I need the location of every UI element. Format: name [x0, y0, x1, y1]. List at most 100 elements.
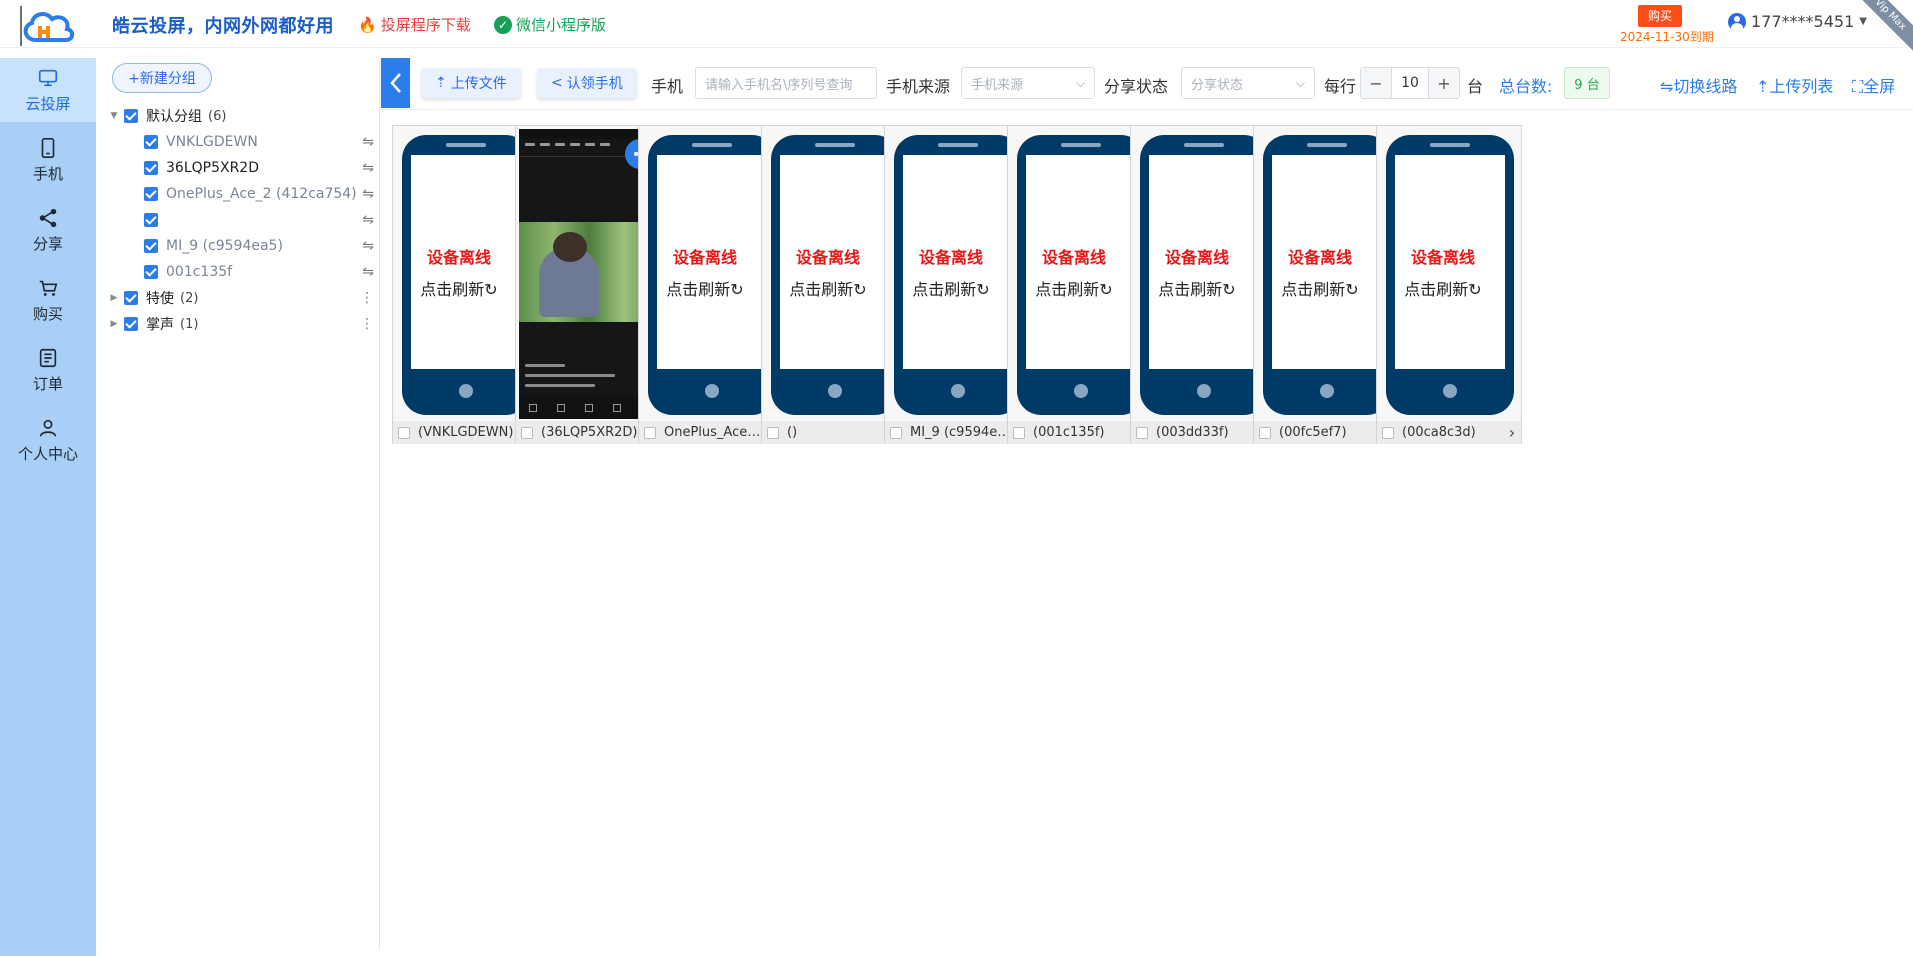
- device-checkbox[interactable]: [144, 213, 158, 227]
- device-checkbox[interactable]: [144, 135, 158, 149]
- collapse-panel-button[interactable]: [381, 58, 410, 108]
- nav-item-buy[interactable]: 购买: [0, 268, 96, 332]
- device-label: 001c135f: [166, 264, 233, 280]
- nav-item-cloud-screen[interactable]: 云投屏: [0, 58, 96, 122]
- device-select-checkbox[interactable]: [1259, 426, 1271, 439]
- transfer-icon[interactable]: ⇋: [362, 264, 374, 280]
- device-checkbox[interactable]: [144, 161, 158, 175]
- nav-item-share[interactable]: 分享: [0, 198, 96, 262]
- device-select-checkbox[interactable]: [398, 426, 410, 439]
- device-checkbox[interactable]: [144, 265, 158, 279]
- device-card[interactable]: 设备离线 点击刷新↻ (00ca8c3d) ›: [1376, 125, 1522, 444]
- caret-down-icon[interactable]: ▼: [108, 111, 120, 121]
- monitor-icon: [38, 69, 58, 86]
- share-status-select[interactable]: 分享状态 ⌵: [1181, 67, 1315, 99]
- offline-status: 设备离线: [1041, 248, 1106, 267]
- refresh-link[interactable]: 点击刷新↻: [639, 276, 771, 300]
- device-name: (VNKLGDEWN): [418, 425, 514, 440]
- tree-group-zhangsheng[interactable]: ▶ 掌声 (1) ⋮: [108, 312, 388, 336]
- chevron-down-icon: ⌵: [1075, 75, 1085, 90]
- wechat-mini-link[interactable]: ✓ 微信小程序版: [494, 14, 606, 35]
- nav-item-orders[interactable]: 订单: [0, 338, 96, 402]
- refresh-link[interactable]: 点击刷新↻: [885, 276, 1017, 300]
- refresh-label: 点击刷新: [666, 280, 731, 299]
- transfer-icon[interactable]: ⇋: [362, 186, 374, 202]
- caret-right-icon[interactable]: ▶: [108, 319, 120, 329]
- per-row-value[interactable]: 10: [1391, 68, 1429, 98]
- nav-label: 云投屏: [25, 94, 71, 113]
- refresh-icon: ↻: [1099, 280, 1113, 299]
- device-name: (): [787, 425, 798, 440]
- device-checkbox[interactable]: [144, 187, 158, 201]
- caret-right-icon[interactable]: ▶: [108, 293, 120, 303]
- fullscreen-link[interactable]: ⛶全屏: [1852, 73, 1895, 97]
- chevron-left-icon: [389, 73, 401, 93]
- offline-status: 设备离线: [426, 248, 491, 267]
- buy-badge[interactable]: 购买: [1638, 5, 1682, 27]
- refresh-link[interactable]: 点击刷新↻: [762, 276, 894, 300]
- refresh-icon: ↻: [1222, 280, 1236, 299]
- decrement-button[interactable]: −: [1361, 68, 1391, 98]
- device-select-checkbox[interactable]: [1013, 426, 1025, 439]
- source-select-placeholder: 手机来源: [971, 77, 1024, 93]
- more-vertical-icon[interactable]: ⋮: [360, 290, 374, 306]
- claim-phone-button[interactable]: < 认领手机: [537, 68, 637, 98]
- device-select-checkbox[interactable]: [890, 426, 902, 439]
- device-select-checkbox[interactable]: [767, 426, 779, 439]
- app-logo[interactable]: [14, 6, 94, 48]
- refresh-icon: ↻: [853, 280, 867, 299]
- device-name: (001c135f): [1033, 425, 1105, 440]
- share-filter-label: 分享状态: [1104, 77, 1169, 96]
- device-select-checkbox[interactable]: [521, 426, 533, 439]
- transfer-icon[interactable]: ⇋: [362, 160, 374, 176]
- chevron-right-icon[interactable]: ›: [1503, 423, 1521, 442]
- device-checkbox[interactable]: [144, 239, 158, 253]
- upload-file-button[interactable]: ⇡ 上传文件: [421, 68, 521, 98]
- phone-search-placeholder: 请输入手机名\序列号查询: [705, 77, 853, 93]
- nav-item-phone[interactable]: 手机: [0, 128, 96, 192]
- refresh-link[interactable]: 点击刷新↻: [393, 276, 525, 300]
- tree-group-default[interactable]: ▼ 默认分组 (6): [108, 104, 388, 128]
- main-area: ⇡ 上传文件 < 认领手机 手机 请输入手机名\序列号查询 手机来源 手机来源 …: [381, 58, 1913, 956]
- refresh-label: 点击刷新: [420, 280, 485, 299]
- per-row-stepper: − 10 +: [1360, 67, 1460, 99]
- device-grid: 设备离线 点击刷新↻ (VNKLGDEWN) ›: [392, 125, 1752, 445]
- refresh-icon: ↻: [1345, 280, 1359, 299]
- group-checkbox[interactable]: [124, 291, 138, 305]
- transfer-icon[interactable]: ⇋: [362, 134, 374, 150]
- share-icon: [39, 208, 57, 227]
- refresh-icon: ↻: [730, 280, 744, 299]
- group-checkbox[interactable]: [124, 109, 138, 123]
- more-vertical-icon[interactable]: ⋮: [360, 316, 374, 332]
- phone-search-input[interactable]: 请输入手机名\序列号查询: [695, 67, 877, 99]
- upload-list-link[interactable]: ⇡上传列表: [1756, 73, 1833, 97]
- nav-item-profile[interactable]: 个人中心: [0, 408, 96, 472]
- refresh-label: 点击刷新: [1404, 280, 1469, 299]
- new-group-button[interactable]: +新建分组: [112, 63, 212, 93]
- source-select[interactable]: 手机来源 ⌵: [961, 67, 1095, 99]
- tree-group-teshi[interactable]: ▶ 特使 (2) ⋮: [108, 286, 388, 310]
- phone-frame-icon: [402, 135, 530, 415]
- increment-button[interactable]: +: [1429, 68, 1459, 98]
- claim-phone-label: 认领手机: [566, 76, 623, 92]
- refresh-link[interactable]: 点击刷新↻: [1377, 276, 1509, 300]
- upload-file-label: 上传文件: [450, 76, 507, 92]
- refresh-label: 点击刷新: [789, 280, 854, 299]
- device-label: MI_9 (c9594ea5): [166, 238, 283, 254]
- user-menu[interactable]: 177****5451 ▼: [1728, 12, 1867, 31]
- switch-line-link[interactable]: ⇋切换线路: [1660, 73, 1737, 97]
- refresh-link[interactable]: 点击刷新↻: [1131, 276, 1263, 300]
- refresh-link[interactable]: 点击刷新↻: [1254, 276, 1386, 300]
- upload-list-label: 上传列表: [1769, 77, 1834, 96]
- group-checkbox[interactable]: [124, 317, 138, 331]
- device-select-checkbox[interactable]: [1382, 426, 1394, 439]
- offline-status: 设备离线: [918, 248, 983, 267]
- offline-status: 设备离线: [1410, 248, 1475, 267]
- transfer-icon[interactable]: ⇋: [362, 238, 374, 254]
- group-count: (1): [180, 316, 199, 332]
- refresh-link[interactable]: 点击刷新↻: [1008, 276, 1140, 300]
- download-link[interactable]: 🔥 投屏程序下载: [358, 14, 471, 35]
- device-select-checkbox[interactable]: [644, 426, 656, 439]
- transfer-icon[interactable]: ⇋: [362, 212, 374, 228]
- device-select-checkbox[interactable]: [1136, 426, 1148, 439]
